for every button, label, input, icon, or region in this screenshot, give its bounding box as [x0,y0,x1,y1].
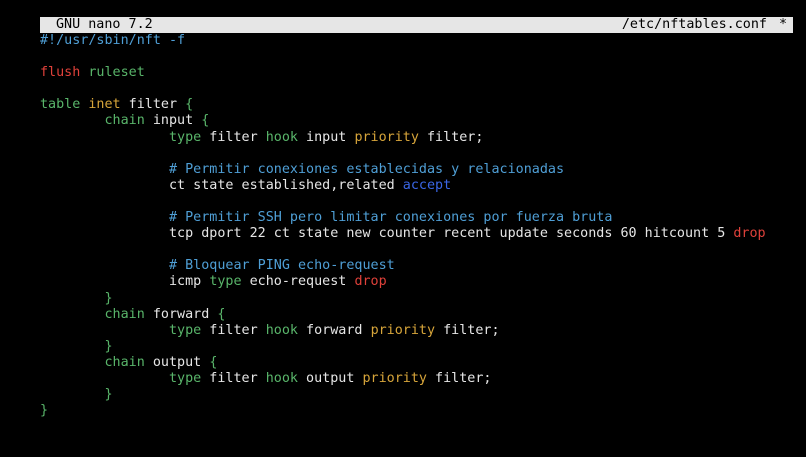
code-line[interactable]: ct state established,related accept [40,178,800,194]
code-token: forward [144,306,218,322]
code-token: filter; [427,370,492,386]
code-line[interactable] [40,81,800,97]
code-line[interactable] [40,146,800,162]
code-line[interactable]: type filter hook output priority filter; [40,371,800,387]
code-token: ruleset [88,65,145,81]
code-token: # Bloquear PING echo-request [169,258,395,274]
file-path: /etc/nftables.conf [621,17,767,32]
code-token: hook [265,322,298,338]
code-line[interactable]: chain output { [40,355,800,371]
editor-version: GNU nano 7.2 [56,17,153,32]
code-token: priority [370,322,436,338]
code-token: drop [733,226,766,242]
code-token: type [169,322,202,338]
code-line[interactable]: table inet filter { [40,97,800,113]
code-line[interactable] [40,49,800,65]
code-token: filter; [418,129,484,145]
code-token: type [169,370,202,386]
code-line[interactable]: # Permitir SSH pero limitar conexiones p… [40,210,800,226]
code-token: filter [120,97,186,113]
code-token: hook [265,129,298,145]
code-token: chain [104,354,145,370]
code-line[interactable]: } [40,339,800,355]
code-token: type [169,129,202,145]
code-token: } [40,403,49,419]
code-token: } [104,338,113,354]
code-token: icmp [40,274,210,290]
code-token: priority [362,370,428,386]
code-token: # Permitir conexiones establecidas y rel… [169,161,565,177]
code-token: table [40,97,81,113]
code-token: { [201,113,210,129]
code-line[interactable]: } [40,291,800,307]
code-token: chain [104,113,145,129]
code-token: hook [265,370,298,386]
code-line[interactable] [40,194,800,210]
code-line[interactable]: tcp dport 22 ct state new counter recent… [40,226,800,242]
code-line[interactable]: icmp type echo-request drop [40,274,800,290]
code-token: output [298,370,363,386]
code-line[interactable]: type filter hook forward priority filter… [40,323,800,339]
code-token: { [209,354,218,370]
code-token: filter; [435,322,500,338]
code-token: accept [402,177,452,193]
nano-title-bar: GNU nano 7.2 /etc/nftables.conf * [40,17,793,33]
modified-indicator: * [778,17,787,32]
code-token: echo-request [241,274,355,290]
code-line[interactable] [40,242,800,258]
code-token: input [144,113,202,129]
code-token: { [185,97,194,113]
code-token: chain [104,306,145,322]
code-line[interactable]: #!/usr/sbin/nft -f [40,33,800,49]
code-token: forward [298,322,371,338]
code-line[interactable]: chain forward { [40,307,800,323]
code-token: } [104,387,113,403]
code-token: # Permitir SSH pero limitar conexiones p… [169,210,613,226]
code-line[interactable]: } [40,403,800,419]
code-token: #!/usr/sbin/nft -f [40,33,186,48]
terminal-window[interactable]: GNU nano 7.2 /etc/nftables.conf * #!/usr… [0,0,806,457]
code-line[interactable]: flush ruleset [40,65,800,81]
code-token: drop [354,274,387,290]
code-token: priority [354,129,419,145]
code-token: inet [88,97,121,113]
code-line[interactable]: } [40,387,800,403]
code-token: output [144,354,210,370]
code-token: filter [201,129,266,145]
code-token: type [209,274,242,290]
code-line[interactable]: # Bloquear PING echo-request [40,258,800,274]
code-token: filter [201,322,266,338]
code-line[interactable]: chain input { [40,113,800,129]
editor-text-area[interactable]: #!/usr/sbin/nft -f flush ruleset table ine… [40,33,800,419]
code-token: ct state established,related [40,177,403,193]
code-token: { [217,306,226,322]
code-line[interactable]: # Permitir conexiones establecidas y rel… [40,162,800,178]
code-token: flush [40,65,81,81]
code-token: } [104,290,113,306]
code-line[interactable]: type filter hook input priority filter; [40,130,800,146]
code-token: input [298,129,355,145]
code-token: filter [201,370,266,386]
code-token: tcp dport 22 ct state new counter recent… [40,226,734,242]
